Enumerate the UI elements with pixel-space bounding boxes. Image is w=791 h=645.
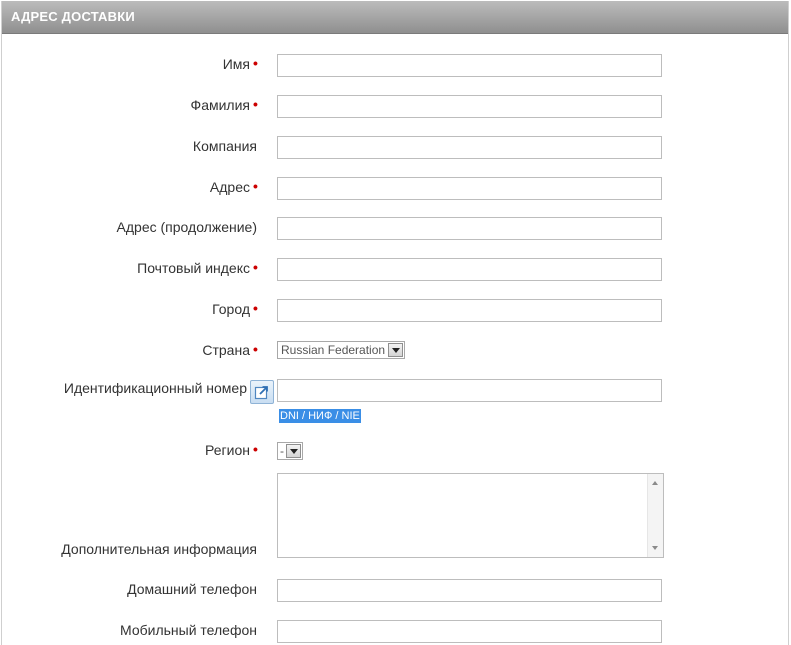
external-link-icon[interactable] (250, 380, 274, 404)
chevron-down-icon[interactable] (388, 343, 404, 357)
dni-label: Идентификационный номер (63, 380, 247, 396)
required-marker: • (253, 441, 258, 457)
address2-label: Адрес (продолжение) (116, 219, 257, 235)
required-marker: • (253, 300, 258, 316)
phone-label: Домашний телефон (127, 581, 257, 597)
region-selected-value: - (280, 444, 284, 458)
country-selected-value: Russian Federation (281, 343, 386, 357)
address2-input[interactable] (277, 217, 662, 240)
address-input[interactable] (277, 177, 662, 200)
chevron-down-icon[interactable] (286, 444, 301, 458)
phone-mobile-label: Мобильный телефон (120, 622, 257, 638)
postcode-label: Почтовый индекс (137, 260, 250, 276)
phone-mobile-input[interactable] (277, 620, 662, 643)
phone-input[interactable] (277, 579, 662, 602)
required-marker: • (253, 341, 258, 357)
required-marker: • (253, 96, 258, 112)
city-label: Город (212, 301, 250, 317)
scroll-down-arrow-icon[interactable] (652, 546, 658, 550)
required-marker: • (253, 259, 258, 275)
other-label: Дополнительная информация (61, 541, 257, 557)
required-marker: • (253, 178, 258, 194)
first-name-label: Имя (222, 56, 250, 72)
textarea-scrollbar[interactable] (647, 474, 663, 557)
other-textarea[interactable] (277, 473, 664, 558)
country-label: Страна (202, 342, 250, 358)
first-name-input[interactable] (277, 54, 662, 77)
region-select[interactable]: - (277, 442, 303, 460)
panel-header: АДРЕС ДОСТАВКИ (2, 1, 788, 34)
company-label: Компания (192, 138, 257, 154)
dni-hint: DNI / НИФ / NIE (279, 409, 361, 423)
region-label: Регион (205, 442, 250, 458)
last-name-input[interactable] (277, 95, 662, 118)
panel-title: АДРЕС ДОСТАВКИ (11, 9, 135, 24)
last-name-label: Фамилия (190, 97, 250, 113)
dni-input[interactable] (277, 379, 662, 402)
scroll-up-arrow-icon[interactable] (652, 481, 658, 485)
country-select[interactable]: Russian Federation (277, 341, 406, 359)
required-marker: • (253, 55, 258, 71)
delivery-address-panel: АДРЕС ДОСТАВКИ Имя • Фамилия • Компания … (1, 1, 789, 645)
city-input[interactable] (277, 299, 662, 322)
postcode-input[interactable] (277, 258, 662, 281)
company-input[interactable] (277, 136, 662, 159)
address-label: Адрес (209, 179, 250, 195)
